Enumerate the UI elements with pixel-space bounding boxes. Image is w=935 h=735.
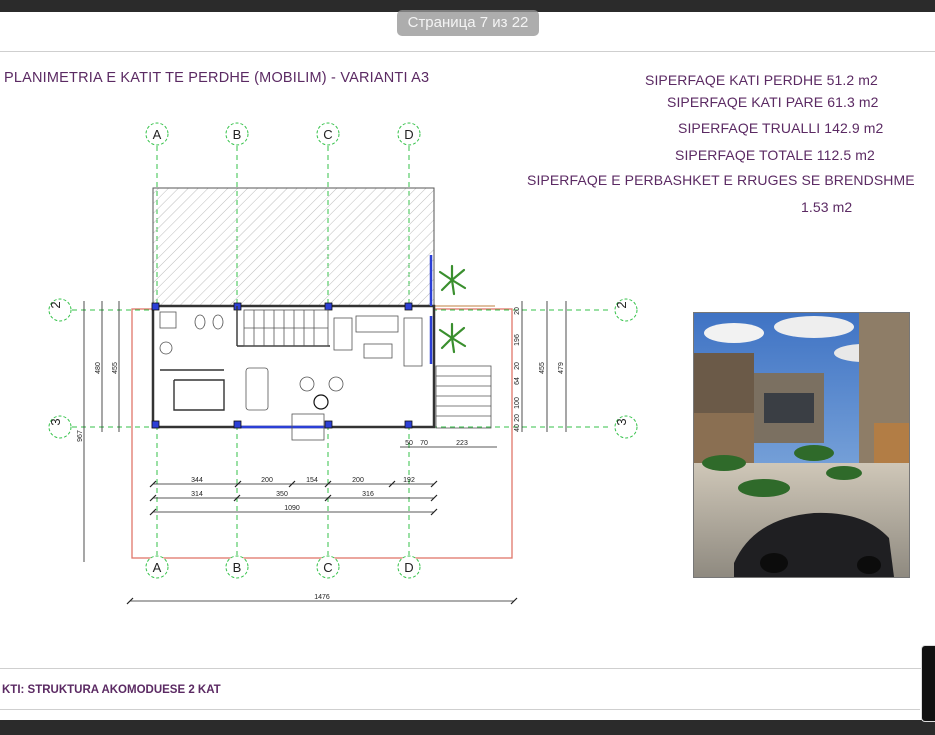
- page-indicator: Страница 7 из 22: [397, 10, 539, 36]
- dim-r-20a: 20: [514, 307, 521, 315]
- grid-label-bottom-a: A: [153, 560, 162, 575]
- exterior-render-image: [693, 312, 910, 578]
- dim-r-100: 100: [514, 397, 521, 409]
- dim-200b: 200: [352, 477, 364, 484]
- dim-r-196: 196: [514, 334, 521, 346]
- dim-314: 314: [191, 491, 203, 498]
- dim-r-20c: 20: [514, 414, 521, 422]
- dim-455-left: 455: [112, 362, 119, 374]
- grid-label-right-3: 3: [614, 418, 629, 425]
- dim-455-right: 455: [539, 362, 546, 374]
- grid-label-top-d: D: [404, 127, 413, 142]
- dim-70: 70: [420, 440, 428, 447]
- grid-label-bottom-c: C: [323, 560, 332, 575]
- grid-label-left-2: 2: [48, 301, 63, 308]
- grid-label-bottom-d: D: [404, 560, 413, 575]
- dim-223: 223: [456, 440, 468, 447]
- grid-label-left-3: 3: [48, 418, 63, 425]
- dim-154: 154: [306, 477, 318, 484]
- dim-r-64: 64: [514, 377, 521, 385]
- dim-967: 967: [77, 430, 84, 442]
- dim-350: 350: [276, 491, 288, 498]
- dim-r-20b: 20: [514, 362, 521, 370]
- dim-200a: 200: [261, 477, 273, 484]
- grid-label-bottom-b: B: [233, 560, 242, 575]
- grid-label-top-c: C: [323, 127, 332, 142]
- footer-project-label: KTI: STRUKTURA AKOMODUESE 2 KAT: [2, 684, 221, 696]
- grid-label-right-2: 2: [614, 301, 629, 308]
- dimension-ticks: [126, 480, 518, 605]
- terrace-hatch: [152, 187, 435, 307]
- dim-479: 479: [558, 362, 565, 374]
- grid-label-top-b: B: [233, 127, 242, 142]
- dim-50: 50: [405, 440, 413, 447]
- entry-stair: [435, 365, 492, 429]
- grid-label-top-a: A: [153, 127, 162, 142]
- dim-344: 344: [191, 477, 203, 484]
- dim-480: 480: [95, 362, 102, 374]
- viewer-bottom-bar: [0, 720, 935, 735]
- dim-192: 192: [403, 477, 415, 484]
- side-panel-handle[interactable]: [921, 645, 935, 722]
- dim-1476: 1476: [314, 594, 330, 601]
- dim-1090: 1090: [284, 505, 300, 512]
- dim-r-40: 40: [514, 424, 521, 432]
- dim-316: 316: [362, 491, 374, 498]
